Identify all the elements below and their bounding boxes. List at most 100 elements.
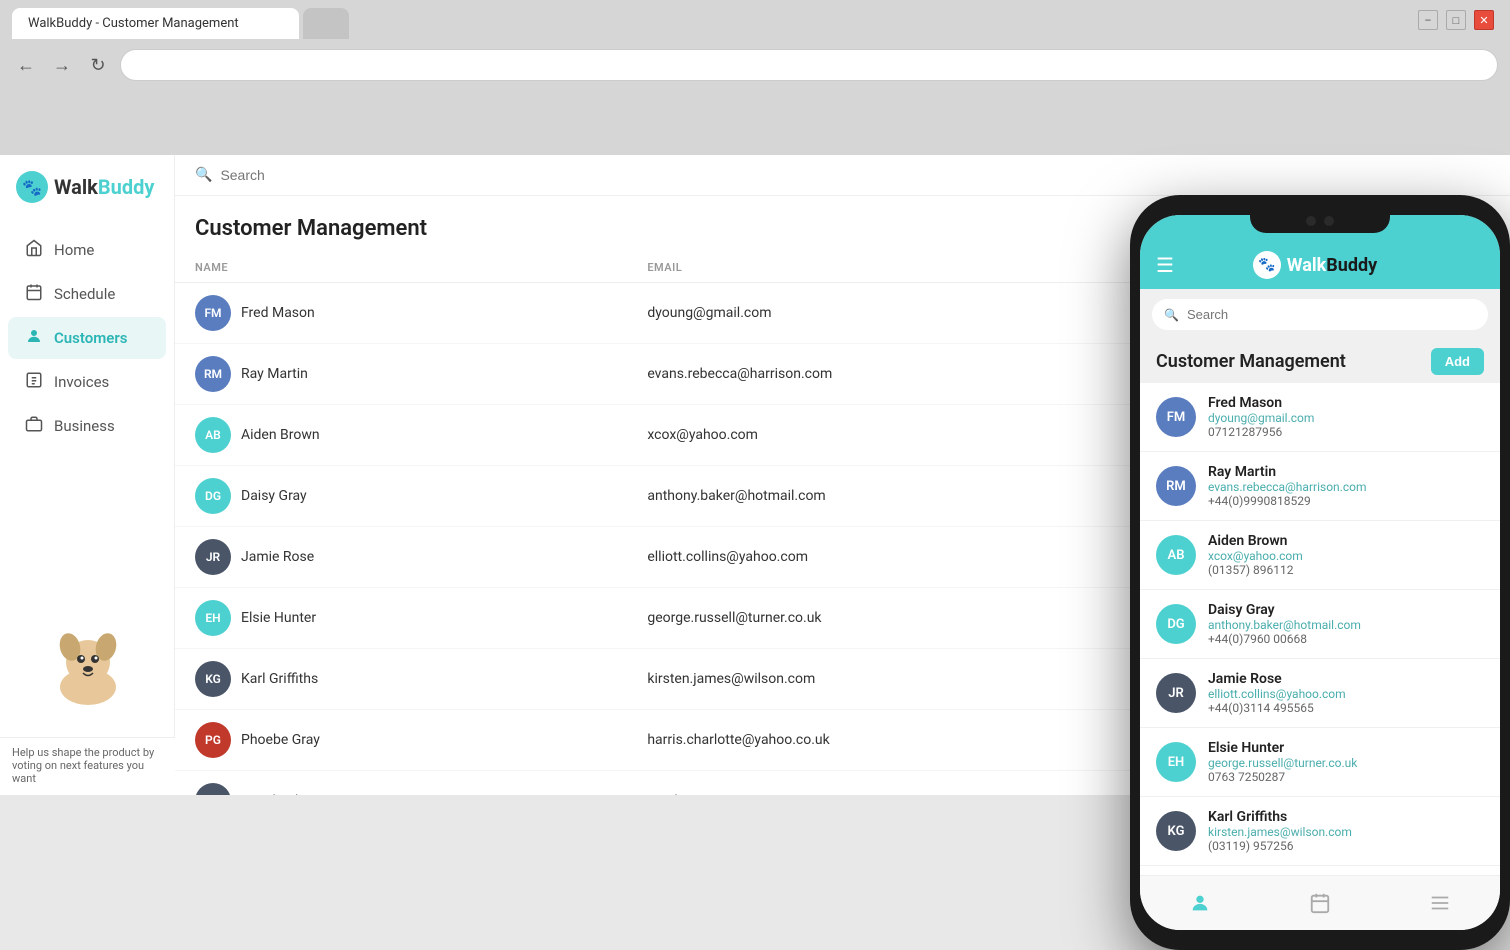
- phone-search-bar: 🔍: [1152, 299, 1488, 330]
- phone-list-item[interactable]: AB Aiden Brown xcox@yahoo.com (01357) 89…: [1140, 521, 1500, 590]
- customer-name: Daisy Gray: [241, 488, 307, 504]
- dog-illustration: [48, 617, 128, 707]
- home-icon: [24, 239, 44, 261]
- inactive-tab[interactable]: [303, 8, 349, 39]
- phone-customer-info: Elsie Hunter george.russell@turner.co.uk…: [1208, 740, 1484, 784]
- maximize-button[interactable]: □: [1446, 10, 1466, 30]
- avatar: JR: [195, 539, 231, 575]
- phone-avatar: RM: [1156, 466, 1196, 506]
- phone-customer-phone: (03119) 957256: [1208, 839, 1484, 853]
- sidebar-item-business[interactable]: Business: [8, 405, 166, 447]
- phone-screen: ☰ 🐾 WalkBuddy 🔍 Customer Management Add …: [1140, 215, 1500, 930]
- customer-email: harris.charlotte@yahoo.co.uk: [627, 710, 1139, 771]
- phone-list-item[interactable]: DG Daisy Gray anthony.baker@hotmail.com …: [1140, 590, 1500, 659]
- customer-name: Ray Martin: [241, 366, 308, 382]
- phone-search-icon: 🔍: [1164, 308, 1179, 322]
- phone-customer-phone: +44(0)7960 00668: [1208, 632, 1484, 646]
- refresh-button[interactable]: ↻: [84, 51, 112, 79]
- phone-customer-email: george.russell@turner.co.uk: [1208, 756, 1484, 770]
- phone-camera: [1324, 216, 1334, 226]
- nav-label: Schedule: [54, 285, 115, 303]
- sidebar-item-schedule[interactable]: Schedule: [8, 273, 166, 315]
- customer-name-cell: KG Karl Griffiths: [195, 661, 607, 697]
- browser-chrome: – □ ✕ WalkBuddy - Customer Management ← …: [0, 0, 1510, 155]
- phone-customer-list: FM Fred Mason dyoung@gmail.com 071212879…: [1140, 383, 1500, 875]
- back-button[interactable]: ←: [12, 51, 40, 79]
- phone-list-item[interactable]: JR Jamie Rose elliott.collins@yahoo.com …: [1140, 659, 1500, 728]
- phone-menu-icon[interactable]: ☰: [1156, 253, 1174, 277]
- phone-customer-info: Jamie Rose elliott.collins@yahoo.com +44…: [1208, 671, 1484, 715]
- phone-bottom-nav: [1140, 875, 1500, 930]
- phone-nav-customers[interactable]: [1189, 892, 1211, 914]
- phone-customer-phone: 0763 7250287: [1208, 770, 1484, 784]
- customer-name: Aiden Brown: [241, 427, 320, 443]
- minimize-button[interactable]: –: [1418, 10, 1438, 30]
- phone-avatar: FM: [1156, 397, 1196, 437]
- customer-name: Jamie Rose: [241, 549, 314, 565]
- sidebar-item-invoices[interactable]: Invoices: [8, 361, 166, 403]
- phone-mockup: ☰ 🐾 WalkBuddy 🔍 Customer Management Add …: [1130, 195, 1510, 950]
- phone-customer-phone: +44(0)3114 495565: [1208, 701, 1484, 715]
- close-button[interactable]: ✕: [1474, 10, 1494, 30]
- phone-customer-phone: 07121287956: [1208, 425, 1484, 439]
- logo-icon: 🐾: [16, 171, 48, 203]
- active-tab[interactable]: WalkBuddy - Customer Management: [12, 8, 299, 39]
- avatar: DJ: [195, 783, 231, 795]
- invoices-icon: [24, 371, 44, 393]
- phone-customer-email: anthony.baker@hotmail.com: [1208, 618, 1484, 632]
- browser-controls: ← → ↻: [12, 45, 1498, 89]
- avatar: EH: [195, 600, 231, 636]
- customer-email: elliott.collins@yahoo.com: [627, 527, 1139, 588]
- sidebar-item-home[interactable]: Home: [8, 229, 166, 271]
- customer-email: george.russell@turner.co.uk: [627, 588, 1139, 649]
- avatar: PG: [195, 722, 231, 758]
- sidebar-footer: Help us shape the product by voting on n…: [0, 737, 175, 795]
- search-input[interactable]: [220, 167, 1490, 183]
- customer-email: stephanie.martin@evans.com: [627, 771, 1139, 796]
- sidebar-item-customers[interactable]: Customers: [8, 317, 166, 359]
- phone-customer-info: Fred Mason dyoung@gmail.com 07121287956: [1208, 395, 1484, 439]
- add-customer-button[interactable]: Add: [1431, 348, 1484, 375]
- window-controls: – □ ✕: [1418, 10, 1494, 30]
- sidebar: 🐾 WalkBuddy HomeScheduleCustomersInvoice…: [0, 155, 175, 795]
- avatar: KG: [195, 661, 231, 697]
- phone-page-title: Customer Management: [1156, 351, 1346, 372]
- customer-name: Karl Griffiths: [241, 671, 318, 687]
- nav-label: Invoices: [54, 373, 109, 391]
- phone-customer-email: elliott.collins@yahoo.com: [1208, 687, 1484, 701]
- phone-customer-info: Aiden Brown xcox@yahoo.com (01357) 89611…: [1208, 533, 1484, 577]
- avatar: FM: [195, 295, 231, 331]
- phone-logo-icon: 🐾: [1253, 251, 1281, 279]
- avatar: DG: [195, 478, 231, 514]
- avatar: AB: [195, 417, 231, 453]
- browser-tabs: WalkBuddy - Customer Management: [12, 8, 1498, 39]
- customer-name-cell: DG Daisy Gray: [195, 478, 607, 514]
- phone-nav-menu[interactable]: [1429, 892, 1451, 914]
- customer-name: Phoebe Gray: [241, 732, 320, 748]
- phone-customer-email: evans.rebecca@harrison.com: [1208, 480, 1484, 494]
- phone-list-item[interactable]: FM Fred Mason dyoung@gmail.com 071212879…: [1140, 383, 1500, 452]
- customer-name-cell: AB Aiden Brown: [195, 417, 607, 453]
- phone-list-item[interactable]: RM Ray Martin evans.rebecca@harrison.com…: [1140, 452, 1500, 521]
- phone-customer-name: Elsie Hunter: [1208, 740, 1484, 756]
- phone-customer-email: dyoung@gmail.com: [1208, 411, 1484, 425]
- nav-label: Customers: [54, 329, 127, 347]
- customer-name-cell: RM Ray Martin: [195, 356, 607, 392]
- col-email: EMAIL: [627, 253, 1139, 283]
- logo-walk: Walk: [54, 175, 98, 199]
- phone-search-input[interactable]: [1187, 307, 1476, 322]
- phone-nav-calendar[interactable]: [1309, 892, 1331, 914]
- address-bar[interactable]: [120, 49, 1498, 81]
- customer-name-cell: EH Elsie Hunter: [195, 600, 607, 636]
- phone-list-item[interactable]: KG Karl Griffiths kirsten.james@wilson.c…: [1140, 797, 1500, 866]
- phone-customer-name: Ray Martin: [1208, 464, 1484, 480]
- customer-name: Fred Mason: [241, 305, 315, 321]
- phone-customer-email: xcox@yahoo.com: [1208, 549, 1484, 563]
- phone-list-item[interactable]: EH Elsie Hunter george.russell@turner.co…: [1140, 728, 1500, 797]
- phone-customer-name: Fred Mason: [1208, 395, 1484, 411]
- forward-button[interactable]: →: [48, 51, 76, 79]
- phone-customer-info: Ray Martin evans.rebecca@harrison.com +4…: [1208, 464, 1484, 508]
- customer-name-cell: DJ David Johnson: [195, 783, 607, 795]
- phone-avatar: AB: [1156, 535, 1196, 575]
- phone-avatar: DG: [1156, 604, 1196, 644]
